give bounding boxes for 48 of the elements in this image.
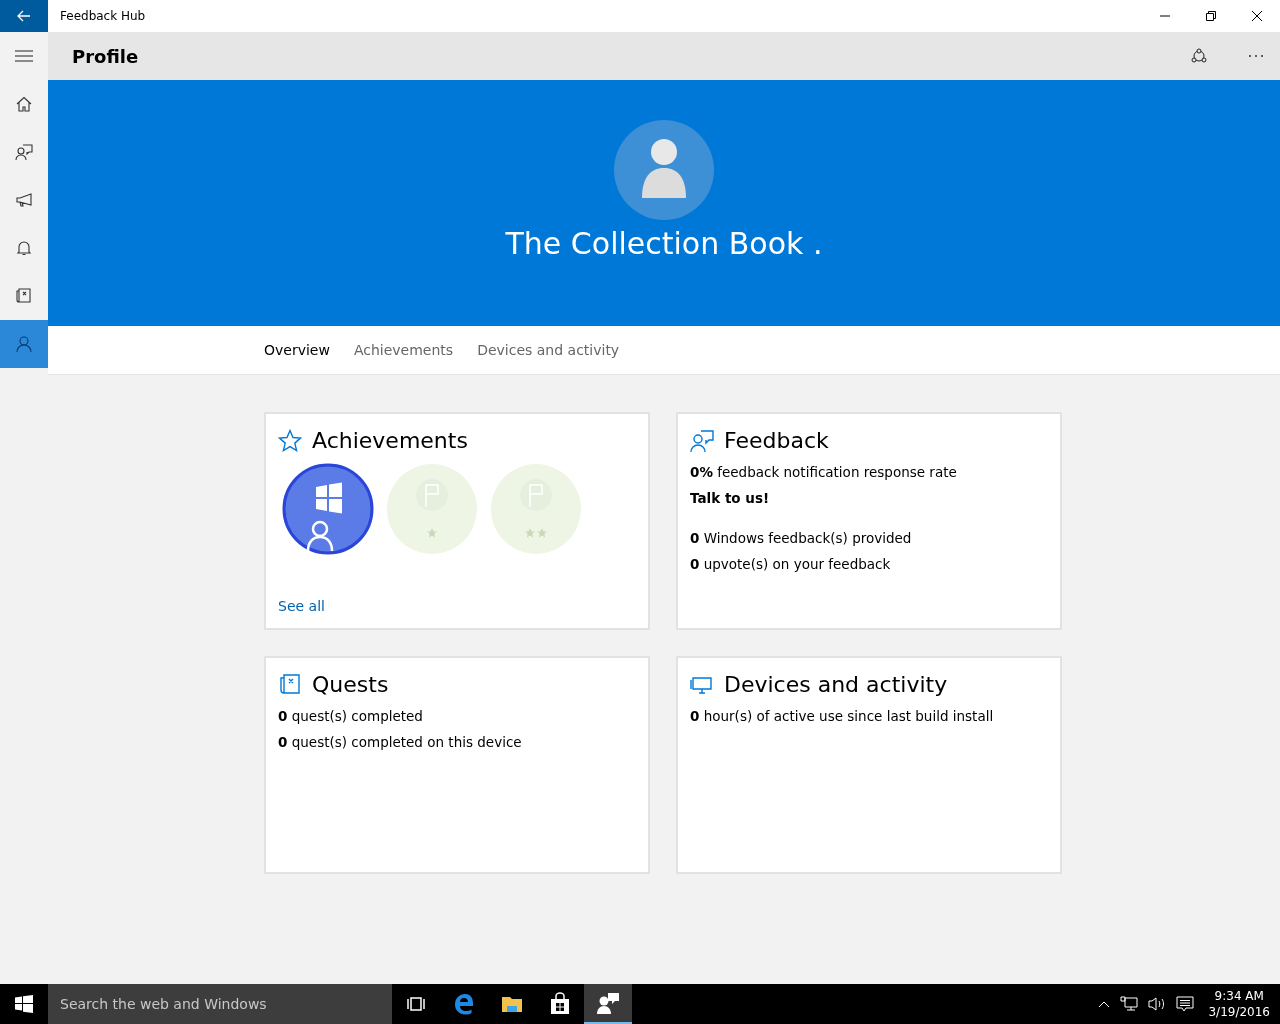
stat-text: 0 Windows feedback(s) provided — [690, 529, 912, 548]
person-chat-icon — [690, 428, 714, 453]
window-title: Feedback Hub — [60, 9, 147, 23]
start-icon[interactable] — [15, 995, 33, 1013]
bell-icon — [15, 239, 33, 257]
card-title: Quests — [312, 672, 389, 697]
chevron-up-icon[interactable] — [1098, 1000, 1111, 1008]
stat-text: 0% feedback notification response rate — [690, 463, 957, 482]
card-title: Achievements — [312, 428, 468, 453]
home-icon — [15, 95, 33, 113]
clock-time: 9:34 AM — [1214, 988, 1264, 1004]
notification-icon[interactable] — [1176, 996, 1195, 1012]
taskbar-app[interactable] — [584, 984, 632, 1024]
page-title: Profile — [72, 45, 140, 67]
tab[interactable]: Overview — [264, 342, 330, 358]
stat-text: 0 upvote(s) on your feedback — [690, 555, 891, 574]
card-title: Devices and activity — [724, 672, 948, 697]
stat-text: 0 hour(s) of active use since last build install — [690, 707, 994, 726]
store-bag-icon — [548, 992, 572, 1016]
person-chat-icon — [15, 143, 33, 161]
network-icon[interactable] — [1120, 996, 1139, 1012]
back-button[interactable] — [0, 0, 48, 32]
back-arrow-icon — [16, 8, 32, 24]
speaker-icon[interactable] — [1148, 996, 1167, 1012]
browser-icon — [452, 992, 476, 1016]
close-icon[interactable] — [1251, 10, 1263, 22]
tab[interactable]: Achievements — [353, 342, 454, 358]
stat-text: 0 quest(s) completed — [278, 707, 423, 726]
menu-icon[interactable] — [15, 50, 33, 62]
more-icon[interactable] — [1248, 54, 1264, 58]
megaphone-icon — [15, 191, 33, 209]
search-field[interactable]: Search the web and Windows — [48, 984, 392, 1024]
star-icon — [278, 428, 302, 453]
person-icon — [15, 335, 33, 353]
tab[interactable]: Devices and activity — [477, 342, 620, 358]
card-title: Feedback — [724, 428, 829, 453]
clock-date: 3/19/2016 — [1208, 1004, 1270, 1020]
restore-icon[interactable] — [1205, 10, 1217, 22]
avatar-icon — [614, 120, 714, 220]
scroll-icon — [278, 672, 302, 697]
see-all-link[interactable]: See all — [278, 598, 325, 614]
profile-name: The Collection Book . — [505, 226, 823, 261]
share-icon[interactable] — [1190, 48, 1208, 64]
windows-badge-icon[interactable] — [282, 463, 374, 555]
stat-text: 0 quest(s) completed on this device — [278, 733, 522, 752]
stat-text: Talk to us! — [690, 489, 770, 508]
person-chat-icon — [596, 991, 620, 1015]
scroll-icon — [15, 287, 33, 305]
